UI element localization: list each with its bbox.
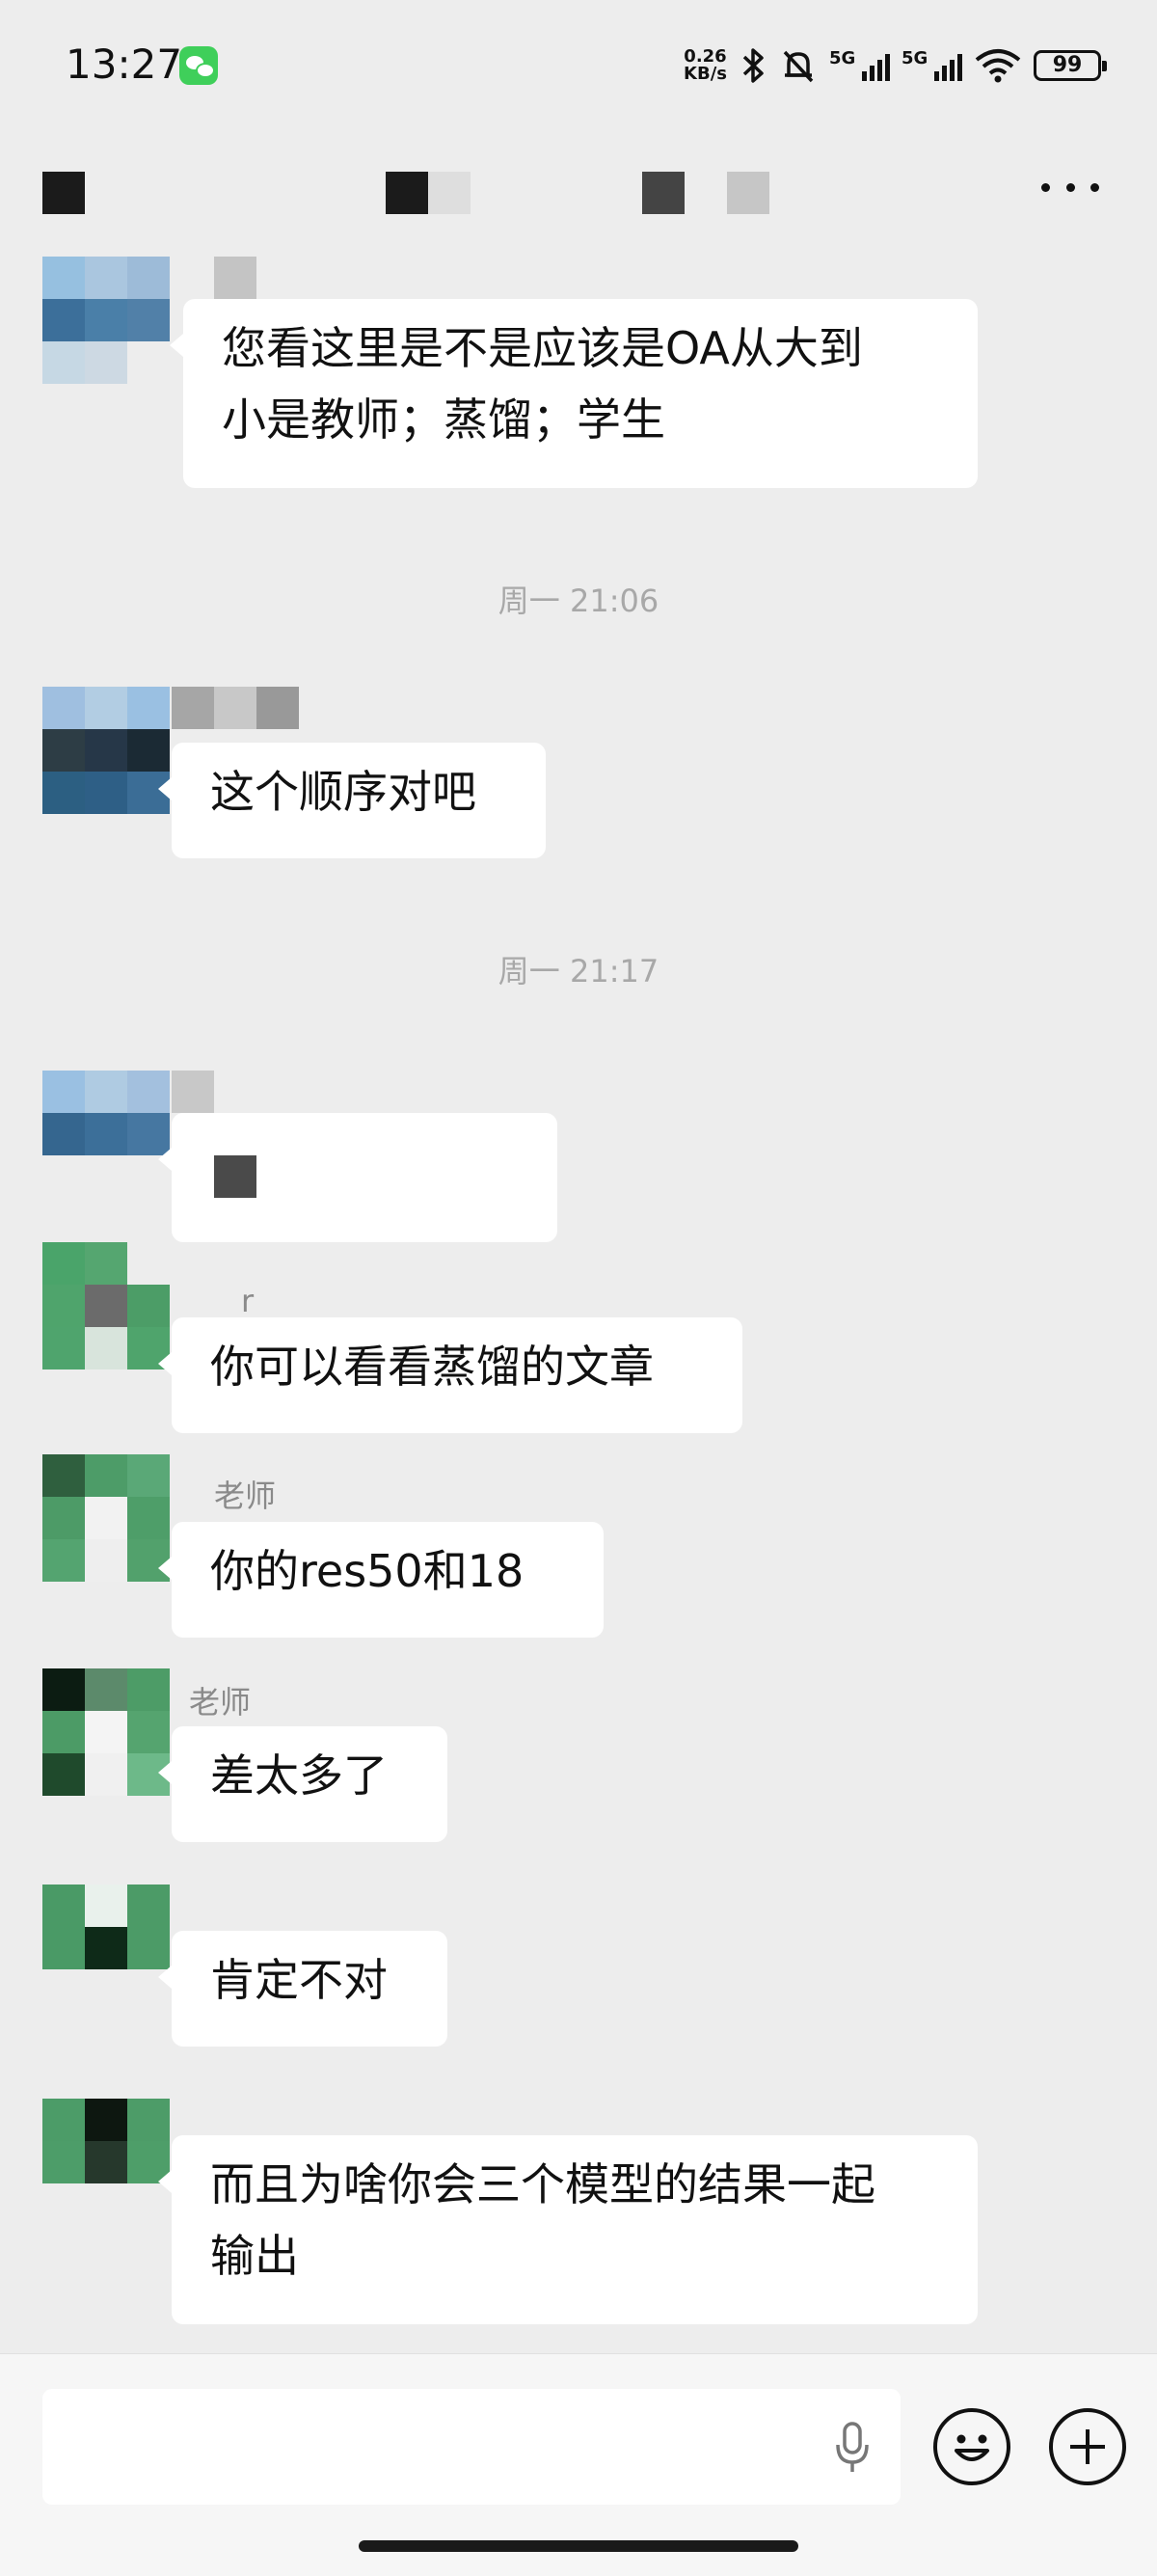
wifi-icon bbox=[975, 49, 1021, 83]
message-text-line: 小是教师；蒸馏；学生 bbox=[222, 393, 665, 446]
message-text-line: 肯定不对 bbox=[210, 1954, 388, 2006]
message-bubble[interactable] bbox=[158, 1113, 557, 1242]
signal-icon: 5G bbox=[901, 48, 962, 81]
message-bubble[interactable]: 您看这里是不是应该是OA从大到 小是教师；蒸馏；学生 bbox=[170, 299, 978, 488]
message-text-line: 输出 bbox=[210, 2230, 299, 2282]
title-pixel bbox=[727, 172, 769, 214]
signal-icon: 5G bbox=[829, 48, 890, 81]
wechat-notification-icon bbox=[179, 46, 218, 85]
avatar[interactable] bbox=[42, 1454, 170, 1582]
message-bubble[interactable]: 你的res50和18 bbox=[158, 1522, 604, 1638]
time-separator: 周一 21:06 bbox=[498, 583, 659, 619]
plus-icon[interactable] bbox=[1049, 2408, 1126, 2485]
signal-bar bbox=[877, 60, 882, 81]
bluetooth-icon bbox=[742, 48, 764, 83]
signal-bar bbox=[862, 71, 867, 81]
signal-bar bbox=[870, 66, 874, 81]
sender-name-pixel bbox=[214, 687, 256, 729]
message-bubble[interactable]: 这个顺序对吧 bbox=[158, 743, 546, 858]
sender-name: r bbox=[241, 1283, 255, 1319]
message-text-line: 这个顺序对吧 bbox=[210, 766, 476, 818]
message-text-line: 你可以看看蒸馏的文章 bbox=[210, 1341, 654, 1393]
message-text-line: 你的res50和18 bbox=[210, 1545, 525, 1597]
sender-name-pixel bbox=[214, 257, 256, 299]
avatar[interactable] bbox=[42, 1885, 170, 2012]
time-separator: 周一 21:17 bbox=[498, 953, 659, 990]
network-type: 5G bbox=[901, 48, 928, 68]
emoji-icon[interactable] bbox=[933, 2408, 1010, 2485]
message-bubble[interactable]: 你可以看看蒸馏的文章 bbox=[158, 1317, 742, 1433]
mute-icon bbox=[783, 50, 814, 83]
avatar[interactable] bbox=[42, 1071, 170, 1198]
status-bar: 13:27 0.26 KB/s 5G 5G 99 bbox=[0, 0, 1157, 135]
signal-bar bbox=[957, 54, 962, 81]
battery-icon: 99 bbox=[1034, 50, 1107, 81]
net-speed: 0.26 KB/s bbox=[684, 48, 727, 83]
signal-bar bbox=[885, 54, 890, 81]
message-bubble[interactable]: 差太多了 bbox=[158, 1726, 447, 1842]
signal-bar bbox=[942, 66, 947, 81]
sender-name-pixel bbox=[256, 687, 299, 729]
message-text-line: 而且为啥你会三个模型的结果一起 bbox=[210, 2158, 875, 2210]
message-text-line: 您看这里是不是应该是OA从大到 bbox=[222, 322, 863, 374]
message-input[interactable] bbox=[42, 2389, 901, 2505]
message-bubble[interactable]: 而且为啥你会三个模型的结果一起 输出 bbox=[158, 2135, 978, 2324]
back-icon[interactable] bbox=[42, 172, 85, 214]
signal-bar bbox=[950, 60, 955, 81]
more-icon[interactable] bbox=[1041, 177, 1099, 197]
signal-bar bbox=[934, 71, 939, 81]
avatar[interactable] bbox=[42, 257, 170, 384]
sender-name-pixel bbox=[172, 1071, 214, 1113]
avatar[interactable] bbox=[42, 1668, 170, 1796]
title-pixel bbox=[428, 172, 471, 214]
home-indicator[interactable] bbox=[359, 2540, 798, 2552]
net-speed-unit: KB/s bbox=[684, 64, 727, 84]
message-text-line: 差太多了 bbox=[210, 1749, 388, 1802]
voice-icon[interactable] bbox=[833, 2418, 872, 2476]
status-time: 13:27 bbox=[66, 41, 183, 88]
status-icons: 0.26 KB/s 5G 5G 99 bbox=[684, 44, 1107, 87]
message-bubble[interactable]: 肯定不对 bbox=[158, 1931, 447, 2047]
sender-name: 老师 bbox=[189, 1684, 252, 1721]
avatar[interactable] bbox=[42, 687, 170, 814]
avatar[interactable] bbox=[42, 2099, 170, 2226]
network-type: 5G bbox=[829, 48, 856, 68]
title-pixel bbox=[642, 172, 685, 214]
avatar[interactable] bbox=[42, 1242, 170, 1369]
sender-name: 老师 bbox=[214, 1478, 277, 1514]
title-pixel bbox=[386, 172, 428, 214]
sender-name-pixel bbox=[172, 687, 214, 729]
obscured-content bbox=[214, 1155, 256, 1198]
chat-header bbox=[0, 145, 1157, 241]
